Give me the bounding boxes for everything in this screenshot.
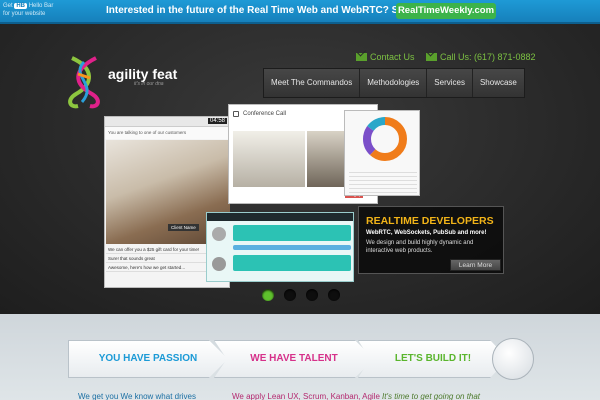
nav-item-commandos[interactable]: Meet The Commandos <box>264 69 361 97</box>
site-header: agility feat it's in our dna Contact Us … <box>0 24 600 314</box>
teaser-passion: We get you We know what drives <box>78 392 196 400</box>
contact-us-label: Contact Us <box>370 52 415 62</box>
slider-dot-1[interactable] <box>262 289 274 301</box>
teaser-talent: We apply Lean UX, Scrum, Kanban, Agile <box>232 392 380 400</box>
hello-bar-get-label: Get <box>3 3 13 9</box>
realtime-weekly-button[interactable]: RealTimeWeekly.com <box>396 3 496 19</box>
window-titlebar: 04:58 <box>105 117 229 127</box>
avatar <box>212 257 226 271</box>
hello-bar: Get HB Hello Bar for your website Intere… <box>0 0 600 24</box>
teaser-build: It's time to get going on that <box>382 392 481 400</box>
hello-bar-message: Interested in the future of the Real Tim… <box>106 5 442 16</box>
phone-icon <box>233 111 239 117</box>
step-talent: WE HAVE TALENT <box>214 340 374 378</box>
brand-name[interactable]: agility feat <box>108 66 177 82</box>
chart-legend <box>349 169 417 193</box>
call-timer: 04:58 <box>207 118 227 124</box>
brand-tagline: it's in our dna <box>134 81 164 87</box>
audio-editor-window <box>206 212 354 282</box>
audio-track-1 <box>233 225 351 241</box>
agility-feat-logo-icon[interactable] <box>64 54 104 110</box>
step-build: LET'S BUILD IT! <box>358 340 508 378</box>
analytics-window <box>344 110 420 196</box>
main-nav: Meet The Commandos Methodologies Service… <box>263 68 525 98</box>
process-circle-icon <box>492 338 534 380</box>
donut-chart-icon <box>363 117 407 161</box>
mail-icon <box>356 53 367 61</box>
support-header: You are talking to one of our customers <box>105 127 229 139</box>
process-steps: YOU HAVE PASSION WE HAVE TALENT LET'S BU… <box>68 340 528 380</box>
hello-bar-promo[interactable]: Get HB Hello Bar for your website <box>3 2 63 18</box>
call-us-link[interactable]: Call Us: (617) 871-0882 <box>426 52 536 62</box>
audio-track-2 <box>233 255 351 271</box>
slider-dot-3[interactable] <box>306 289 318 301</box>
client-name-label: Client Name <box>168 224 199 231</box>
nav-item-showcase[interactable]: Showcase <box>473 69 524 97</box>
hello-bar-brand-label: Hello Bar <box>28 3 54 9</box>
slider-dot-4[interactable] <box>328 289 340 301</box>
caption-title: REALTIME DEVELOPERS <box>366 215 494 227</box>
slider-dot-2[interactable] <box>284 289 296 301</box>
slide-caption: REALTIME DEVELOPERS WebRTC, WebSockets, … <box>358 206 504 274</box>
nav-item-services[interactable]: Services <box>427 69 473 97</box>
hello-bar-logo-badge: HB <box>14 3 28 9</box>
learn-more-button[interactable]: Learn More <box>450 259 501 271</box>
track-timeline <box>233 245 351 250</box>
phone-mail-icon <box>426 53 437 61</box>
hello-bar-promo-line2: for your website <box>3 11 46 17</box>
editor-toolbar <box>207 213 353 221</box>
step-passion: YOU HAVE PASSION <box>68 340 228 378</box>
avatar <box>212 227 226 241</box>
participant-video-1 <box>233 131 305 187</box>
caption-description: We design and build highly dynamic and i… <box>366 240 474 254</box>
caption-subtitle: WebRTC, WebSockets, PubSub and more! <box>366 230 487 236</box>
nav-item-methodologies[interactable]: Methodologies <box>360 69 428 97</box>
slider-pagination <box>262 289 340 301</box>
call-us-label: Call Us: (617) 871-0882 <box>440 52 536 62</box>
contact-us-link[interactable]: Contact Us <box>356 52 415 62</box>
